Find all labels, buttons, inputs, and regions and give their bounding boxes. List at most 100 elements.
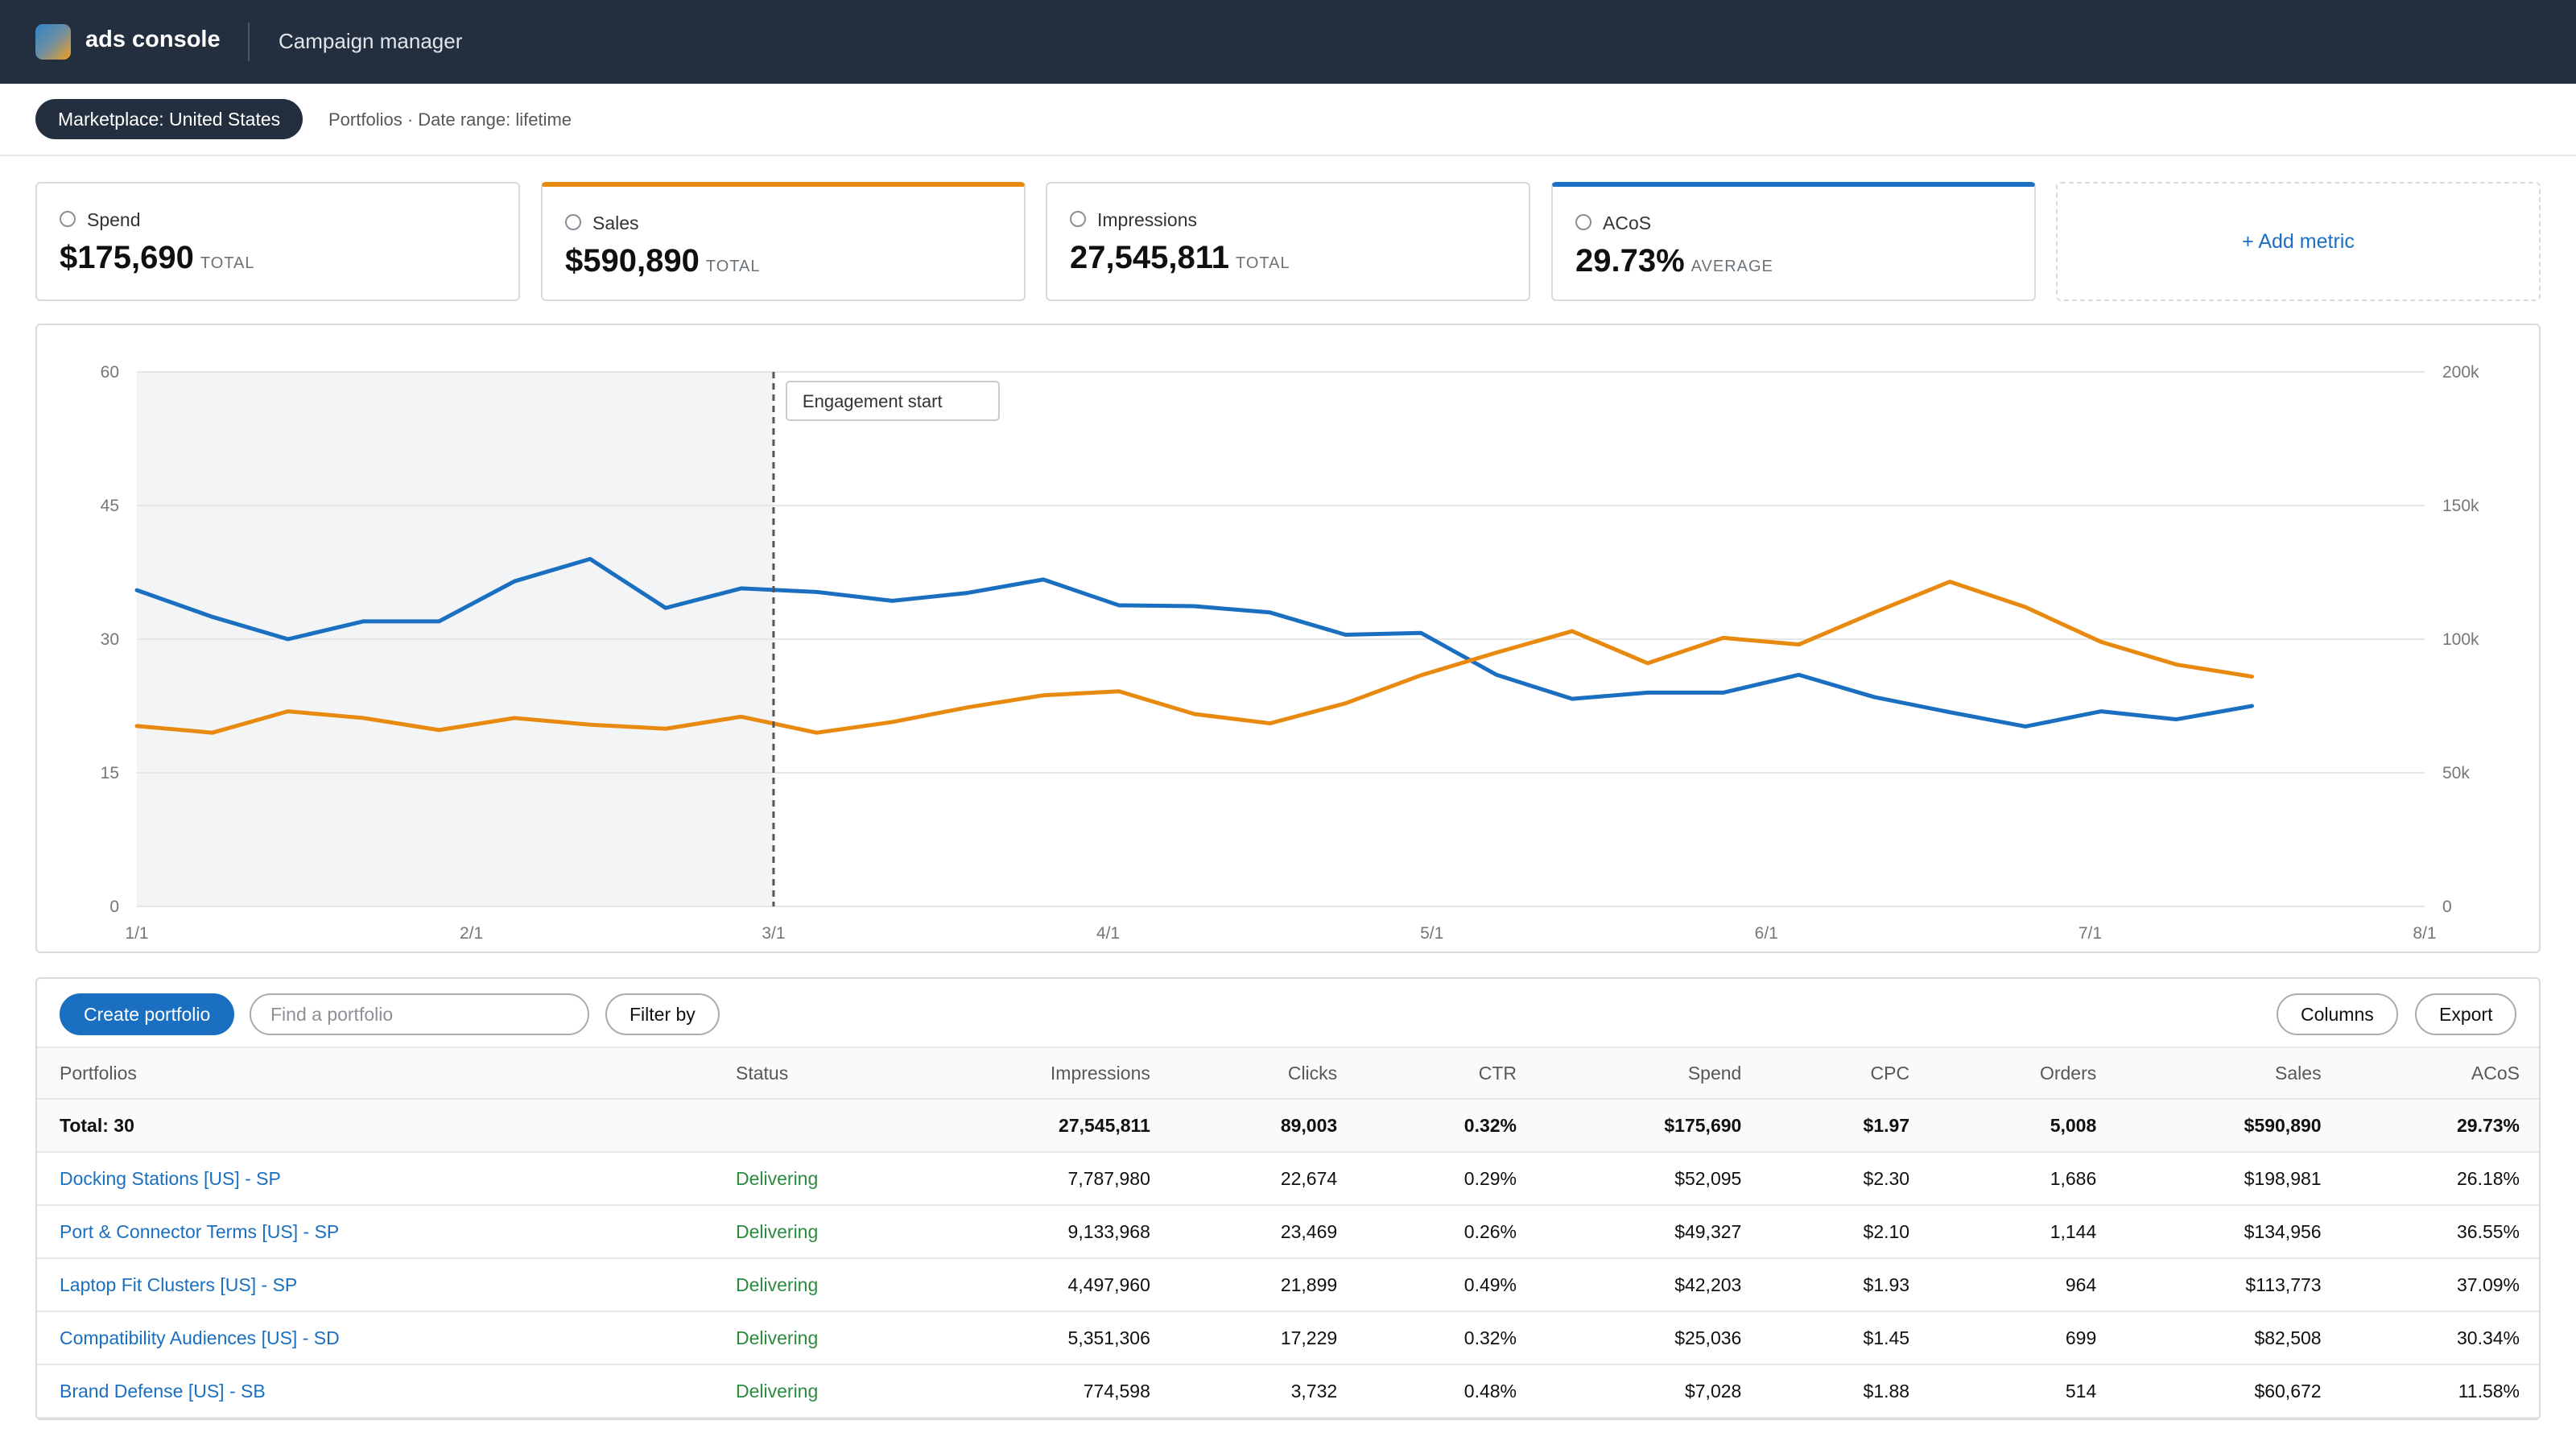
x-tick-label: 7/1	[2079, 924, 2102, 943]
column-header-impressions[interactable]: Impressions	[906, 1046, 1173, 1100]
x-tick-label: 2/1	[460, 924, 483, 943]
table-cell: $82,508	[2119, 1311, 2344, 1365]
metric-card-spend[interactable]: Spend $175,690 TOTAL	[35, 182, 520, 301]
metric-radio-icon[interactable]	[565, 214, 581, 230]
column-header-spend[interactable]: Spend	[1539, 1046, 1765, 1100]
table-cell: 30.34%	[2343, 1311, 2539, 1365]
metric-unit: TOTAL	[1236, 254, 1290, 272]
column-header-status[interactable]: Status	[713, 1046, 906, 1100]
table-cell: 22,674	[1172, 1152, 1360, 1206]
portfolio-table: Portfolios Status Impressions Clicks CTR…	[37, 1046, 2539, 1418]
top-nav-bar: ads console Campaign manager	[0, 0, 2576, 84]
filter-by-button[interactable]: Filter by	[605, 993, 720, 1035]
portfolio-search-input[interactable]	[250, 993, 589, 1035]
portfolio-link[interactable]: Compatibility Audiences [US] - SD	[60, 1327, 340, 1348]
table-cell: 37.09%	[2343, 1258, 2539, 1312]
table-cell: 0.49%	[1360, 1258, 1540, 1312]
portfolio-name-cell: Brand Defense [US] - SB	[37, 1364, 713, 1418]
add-metric-button[interactable]: + Add metric	[2056, 182, 2541, 301]
column-header-acos[interactable]: ACoS	[2343, 1046, 2539, 1100]
metric-radio-icon[interactable]	[60, 211, 76, 227]
table-cell: 23,469	[1172, 1205, 1360, 1259]
metric-card-sales[interactable]: Sales $590,890 TOTAL	[541, 182, 1026, 301]
y-right-tick-label: 200k	[2442, 363, 2479, 382]
table-cell: 4,497,960	[906, 1258, 1173, 1312]
metric-label: ACoS	[1603, 213, 1652, 233]
table-cell: $1.93	[1764, 1258, 1933, 1312]
total-status	[713, 1099, 906, 1153]
performance-chart: 0 0 15 50k 30 100k 45 150k 60 200k 1/1 2/1 3/1 4/1 5/1…	[35, 324, 2541, 953]
y-left-tick-label: 30	[101, 630, 119, 649]
total-cell: 27,545,811	[906, 1099, 1173, 1153]
table-cell: 5,351,306	[906, 1311, 1173, 1365]
status-cell: Delivering	[713, 1258, 906, 1312]
metric-card-impressions[interactable]: Impressions 27,545,811 TOTAL	[1046, 182, 1530, 301]
table-cell: 964	[1932, 1258, 2120, 1312]
portfolio-link[interactable]: Laptop Fit Clusters [US] - SP	[60, 1274, 297, 1295]
status-cell: Delivering	[713, 1311, 906, 1365]
column-header-clicks[interactable]: Clicks	[1172, 1046, 1360, 1100]
table-cell: 514	[1932, 1364, 2120, 1418]
y-right-tick-label: 150k	[2442, 497, 2479, 515]
header-divider	[248, 23, 250, 61]
metric-label: Spend	[87, 209, 141, 230]
table-row: Laptop Fit Clusters [US] - SP Delivering…	[37, 1258, 2539, 1312]
metric-card-acos[interactable]: ACoS 29.73% AVERAGE	[1551, 182, 2036, 301]
table-cell: 11.58%	[2343, 1364, 2539, 1418]
app-logo-icon[interactable]	[35, 24, 71, 60]
table-cell: 0.29%	[1360, 1152, 1540, 1206]
column-header-orders[interactable]: Orders	[1932, 1046, 2120, 1100]
table-cell: 9,133,968	[906, 1205, 1173, 1259]
column-header-sales[interactable]: Sales	[2119, 1046, 2344, 1100]
metric-radio-icon[interactable]	[1575, 214, 1591, 230]
table-cell: 1,686	[1932, 1152, 2120, 1206]
y-left-tick-label: 0	[109, 898, 119, 916]
table-cell: $2.30	[1764, 1152, 1933, 1206]
status-cell: Delivering	[713, 1364, 906, 1418]
table-row: Port & Connector Terms [US] - SP Deliver…	[37, 1205, 2539, 1259]
brand-name[interactable]: ads console	[85, 27, 221, 53]
total-cell: 0.32%	[1360, 1099, 1540, 1153]
total-cell: $175,690	[1539, 1099, 1765, 1153]
table-cell: $113,773	[2119, 1258, 2344, 1312]
table-cell: 36.55%	[2343, 1205, 2539, 1259]
portfolio-link[interactable]: Docking Stations [US] - SP	[60, 1168, 281, 1189]
metric-value: $590,890 TOTAL	[565, 243, 761, 279]
total-cell: $590,890	[2119, 1099, 2344, 1153]
marketplace-selector[interactable]: Marketplace: United States	[35, 99, 303, 139]
table-cell: 3,732	[1172, 1364, 1360, 1418]
table-cell: $1.45	[1764, 1311, 1933, 1365]
table-cell: 7,787,980	[906, 1152, 1173, 1206]
total-cell: 89,003	[1172, 1099, 1360, 1153]
columns-button[interactable]: Columns	[2277, 993, 2398, 1035]
table-cell: $7,028	[1539, 1364, 1765, 1418]
create-portfolio-button[interactable]: Create portfolio	[60, 993, 235, 1035]
table-cell: $42,203	[1539, 1258, 1765, 1312]
portfolio-link[interactable]: Port & Connector Terms [US] - SP	[60, 1221, 339, 1242]
portfolio-name-cell: Laptop Fit Clusters [US] - SP	[37, 1258, 713, 1312]
portfolio-link[interactable]: Brand Defense [US] - SB	[60, 1381, 266, 1402]
column-header-portfolios[interactable]: Portfolios	[37, 1046, 713, 1100]
table-cell: $60,672	[2119, 1364, 2344, 1418]
table-cell: 21,899	[1172, 1258, 1360, 1312]
x-tick-label: 6/1	[1755, 924, 1778, 943]
portfolio-name-cell: Compatibility Audiences [US] - SD	[37, 1311, 713, 1365]
x-tick-label: 8/1	[2413, 924, 2436, 943]
metric-unit: AVERAGE	[1690, 258, 1773, 275]
table-cell: 0.32%	[1360, 1311, 1540, 1365]
column-header-cpc[interactable]: CPC	[1764, 1046, 1933, 1100]
export-button[interactable]: Export	[2415, 993, 2517, 1035]
table-cell: 774,598	[906, 1364, 1173, 1418]
x-tick-label: 3/1	[762, 924, 785, 943]
metric-label: Sales	[592, 213, 639, 233]
table-cell: 0.48%	[1360, 1364, 1540, 1418]
section-title: Campaign manager	[279, 29, 463, 53]
total-cell: 5,008	[1932, 1099, 2120, 1153]
metric-radio-icon[interactable]	[1070, 211, 1086, 227]
context-bar: Marketplace: United States Portfolios · …	[0, 84, 2576, 156]
column-header-ctr[interactable]: CTR	[1360, 1046, 1540, 1100]
metric-value: 29.73% AVERAGE	[1575, 243, 1773, 279]
portfolio-name-cell: Port & Connector Terms [US] - SP	[37, 1205, 713, 1259]
table-cell: $2.10	[1764, 1205, 1933, 1259]
total-cell: 29.73%	[2343, 1099, 2539, 1153]
